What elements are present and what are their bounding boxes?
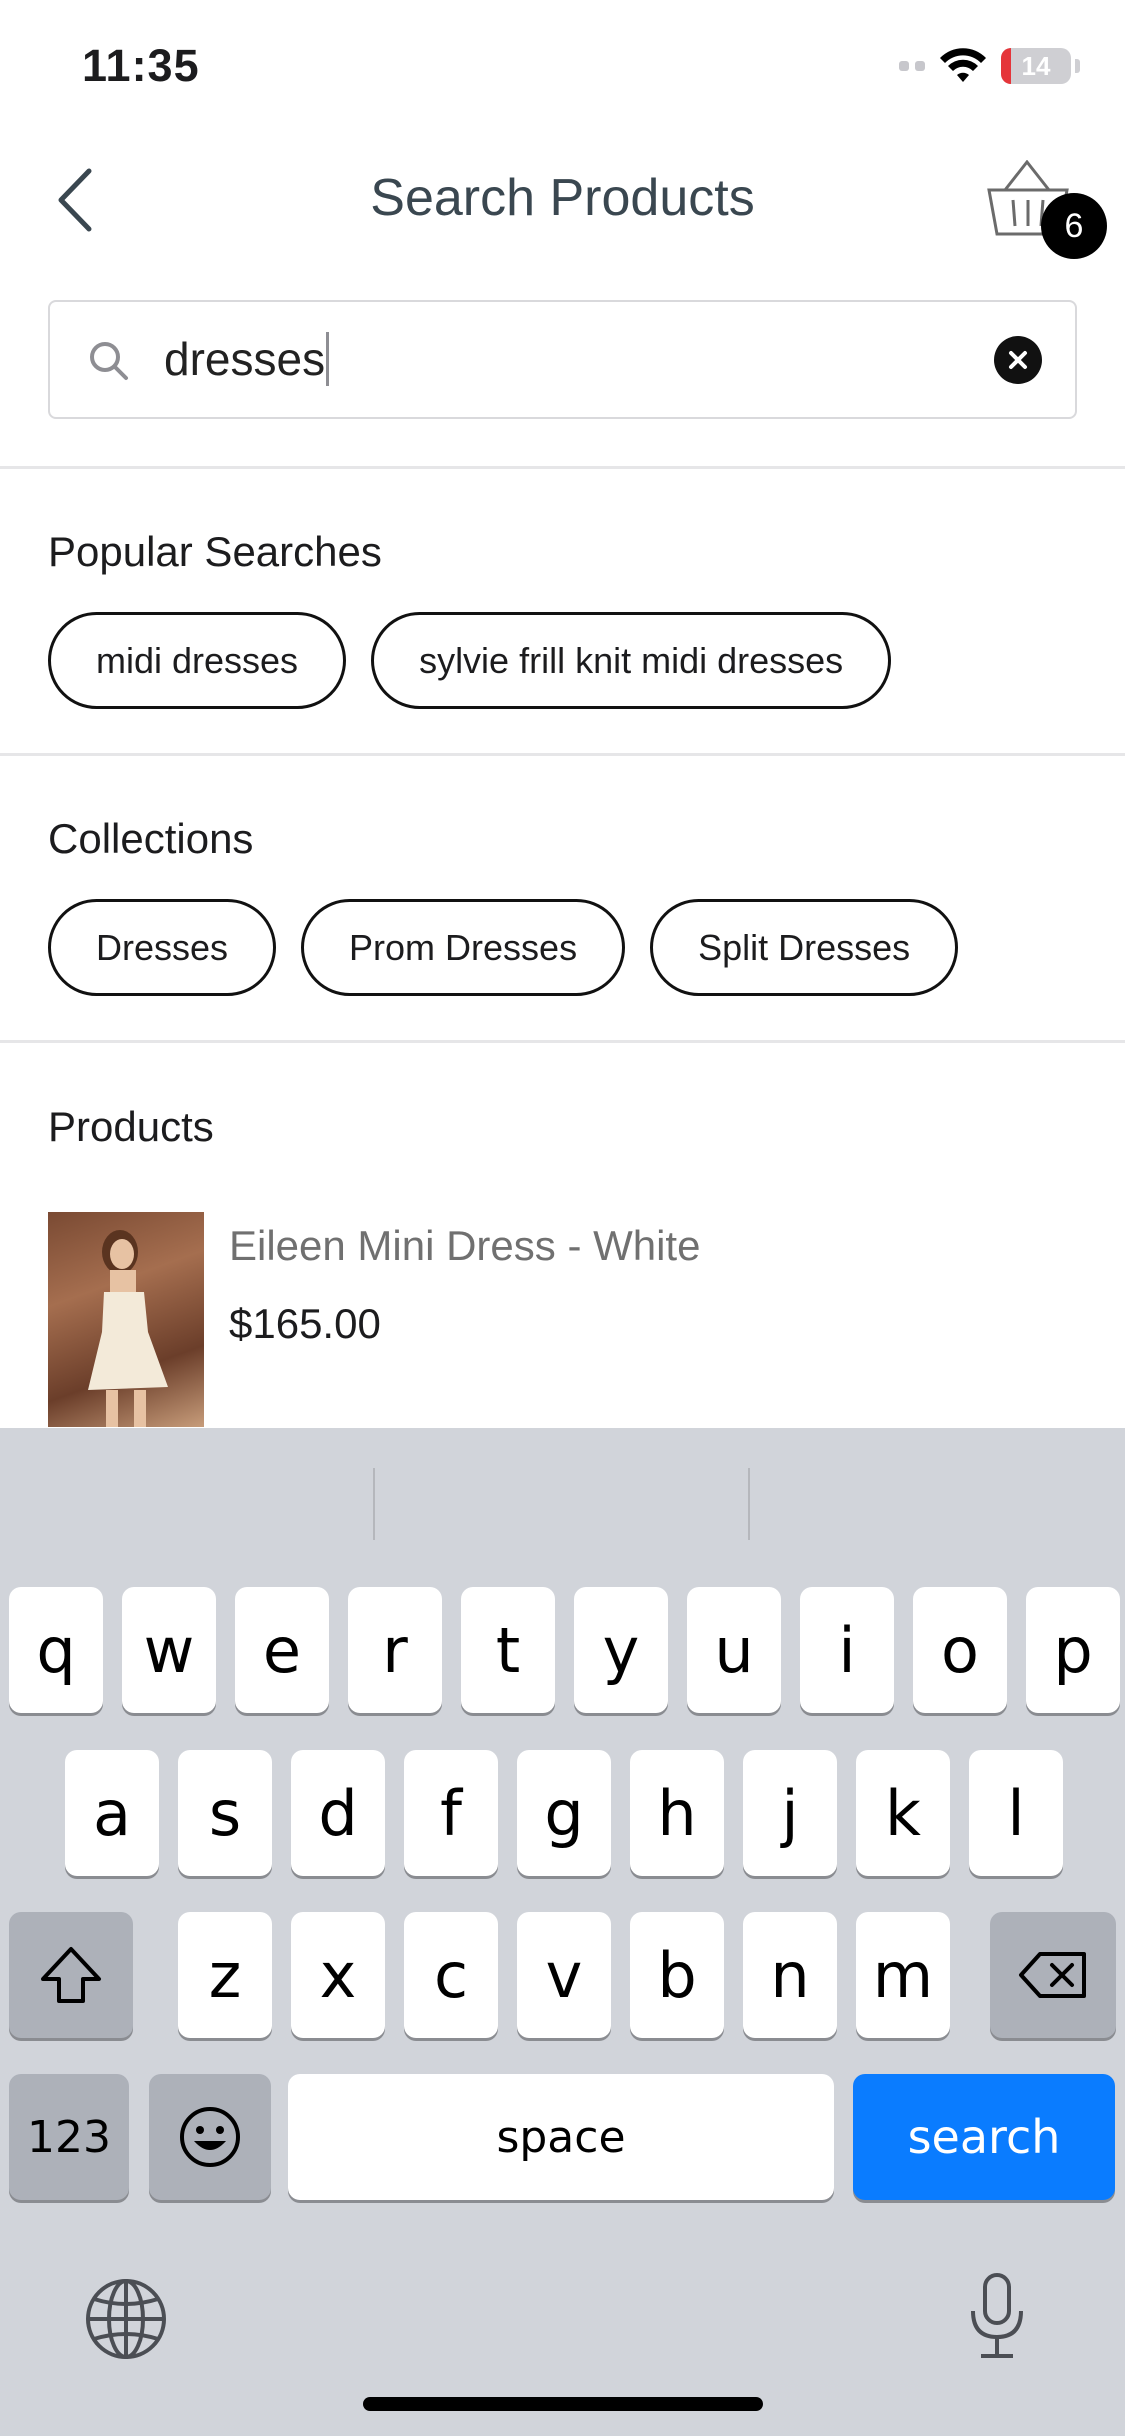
key-i[interactable]: i [800, 1587, 894, 1713]
space-key[interactable]: space [288, 2074, 834, 2200]
popular-searches-title: Popular Searches [48, 528, 382, 575]
status-time: 11:35 [82, 40, 200, 91]
product-info: Eileen Mini Dress - White $165.00 [229, 1212, 700, 1427]
collections-list: Dresses Prom Dresses Split Dresses [48, 899, 959, 996]
delete-key[interactable] [990, 1912, 1116, 2038]
search-key[interactable]: search [853, 2074, 1115, 2200]
key-k[interactable]: k [856, 1750, 950, 1876]
key-g[interactable]: g [517, 1750, 611, 1876]
collections-title: Collections [48, 815, 254, 862]
key-s[interactable]: s [178, 1750, 272, 1876]
search-input[interactable]: dresses [164, 332, 330, 386]
page-title: Search Products [370, 169, 755, 227]
search-icon [90, 342, 128, 380]
key-a[interactable]: a [65, 1750, 159, 1876]
key-z[interactable]: z [178, 1912, 272, 2038]
key-b[interactable]: b [630, 1912, 724, 2038]
popular-searches-list: midi dresses sylvie frill knit midi dres… [48, 612, 892, 709]
header: Search Products 6 [0, 140, 1125, 260]
key-o[interactable]: o [913, 1587, 1007, 1713]
shift-icon [41, 1947, 101, 2003]
divider [0, 1040, 1125, 1043]
search-field[interactable]: dresses [48, 300, 1077, 419]
collection-chip[interactable]: Prom Dresses [301, 899, 626, 996]
cart-count-badge: 6 [1041, 193, 1107, 259]
wifi-icon [940, 48, 986, 82]
products-title: Products [48, 1103, 214, 1150]
text-cursor [326, 332, 330, 386]
numbers-key[interactable]: 123 [9, 2074, 129, 2200]
key-m[interactable]: m [856, 1912, 950, 2038]
key-e[interactable]: e [235, 1587, 329, 1713]
battery-level: 14 [1021, 50, 1051, 81]
battery-tip [1075, 59, 1080, 73]
globe-icon[interactable] [84, 2277, 168, 2361]
divider [0, 753, 1125, 756]
keyboard: qwertyuiop asdfghjkl zxcvbnm 123 space s… [0, 1428, 1125, 2436]
key-y[interactable]: y [574, 1587, 668, 1713]
key-r[interactable]: r [348, 1587, 442, 1713]
microphone-icon[interactable] [965, 2271, 1029, 2361]
search-input-value: dresses [164, 333, 326, 385]
product-name: Eileen Mini Dress - White [229, 1222, 701, 1269]
backspace-icon [1019, 1952, 1086, 1998]
emoji-key[interactable] [149, 2074, 271, 2200]
cart-button[interactable]: 6 [985, 160, 1107, 270]
divider [0, 466, 1125, 469]
key-p[interactable]: p [1026, 1587, 1120, 1713]
product-item[interactable]: Eileen Mini Dress - White $165.00 [48, 1212, 1077, 1427]
emoji-icon [180, 2107, 240, 2167]
key-j[interactable]: j [743, 1750, 837, 1876]
collection-chip[interactable]: Dresses [48, 899, 277, 996]
popular-search-chip[interactable]: midi dresses [48, 612, 347, 709]
key-w[interactable]: w [122, 1587, 216, 1713]
home-indicator [363, 2397, 763, 2411]
popular-search-chip[interactable]: sylvie frill knit midi dresses [371, 612, 892, 709]
close-icon [1009, 351, 1027, 369]
key-h[interactable]: h [630, 1750, 724, 1876]
key-d[interactable]: d [291, 1750, 385, 1876]
key-x[interactable]: x [291, 1912, 385, 2038]
shift-key[interactable] [9, 1912, 133, 2038]
suggestion-divider [373, 1468, 375, 1540]
battery-icon: 14 [1001, 48, 1071, 84]
key-f[interactable]: f [404, 1750, 498, 1876]
status-indicators: 14 [899, 48, 1080, 84]
key-n[interactable]: n [743, 1912, 837, 2038]
product-image [48, 1212, 204, 1427]
status-bar: 11:35 14 [0, 0, 1125, 140]
key-c[interactable]: c [404, 1912, 498, 2038]
key-v[interactable]: v [517, 1912, 611, 2038]
clear-search-button[interactable] [994, 336, 1042, 384]
collection-chip[interactable]: Split Dresses [650, 899, 959, 996]
cellular-signal-icon [899, 61, 925, 71]
suggestion-divider [748, 1468, 750, 1540]
key-l[interactable]: l [969, 1750, 1063, 1876]
key-q[interactable]: q [9, 1587, 103, 1713]
key-u[interactable]: u [687, 1587, 781, 1713]
product-price: $165.00 [229, 1300, 381, 1347]
key-t[interactable]: t [461, 1587, 555, 1713]
